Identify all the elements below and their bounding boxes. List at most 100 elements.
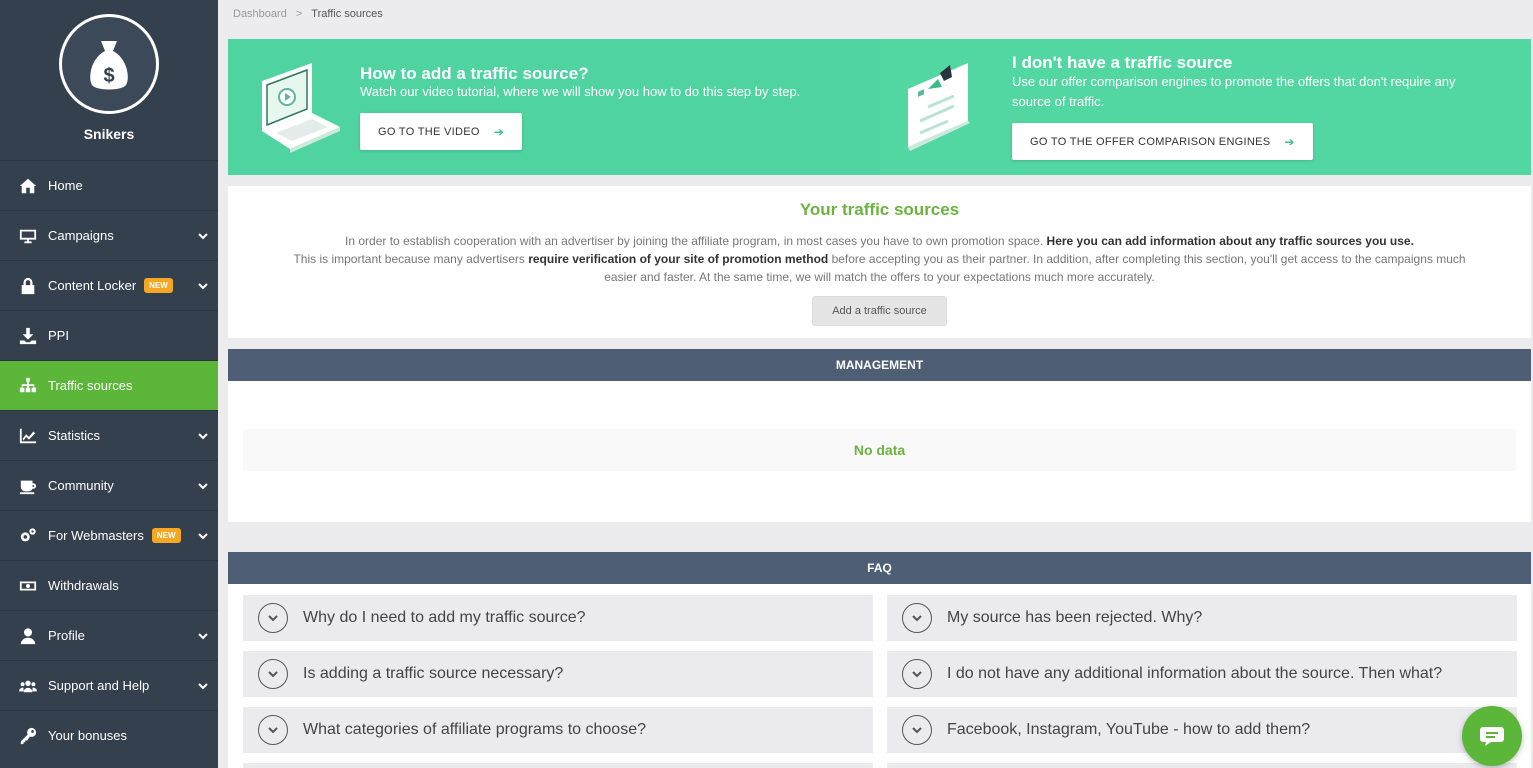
info-banner: How to add a traffic source? Watch our v… [228, 39, 1531, 175]
faq-header: FAQ [228, 552, 1531, 584]
faq-item[interactable] [887, 763, 1517, 768]
sidebar-item-content-locker[interactable]: Content Locker NEW [0, 260, 218, 310]
add-traffic-source-button[interactable]: Add a traffic source [812, 296, 947, 326]
sidebar-item-traffic-sources[interactable]: Traffic sources [0, 360, 218, 410]
users-icon [18, 676, 38, 696]
sidebar-item-label: Profile [48, 628, 85, 643]
coffee-icon [18, 476, 38, 496]
faq-question: Is adding a traffic source necessary? [303, 665, 564, 682]
management-card: MANAGEMENT No data [228, 349, 1531, 522]
new-badge: NEW [144, 278, 173, 293]
faq-item[interactable]: What categories of affiliate programs to… [243, 707, 873, 753]
sidebar-item-for-webmasters[interactable]: For Webmasters NEW [0, 510, 218, 560]
chevron-down-icon [198, 529, 208, 540]
chat-button[interactable] [1462, 706, 1522, 766]
chevron-down-icon [198, 479, 208, 490]
faq-question: What categories of affiliate programs to… [303, 721, 646, 738]
chevron-down-icon [198, 679, 208, 690]
new-badge: NEW [151, 528, 181, 543]
sidebar-item-bonuses[interactable]: Your bonuses [0, 710, 218, 760]
chart-icon [18, 426, 38, 446]
faq-item[interactable]: My source has been rejected. Why? [887, 595, 1517, 641]
offer-banner-description-2: source of traffic. [1012, 94, 1105, 109]
faq-item[interactable]: Is adding a traffic source necessary? [243, 651, 873, 697]
sidebar-item-withdrawals[interactable]: Withdrawals [0, 560, 218, 610]
chevron-down-icon[interactable] [902, 659, 932, 689]
chevron-down-icon[interactable] [258, 659, 288, 689]
user-area: $ Snikers [0, 0, 218, 160]
sidebar-item-label: Traffic sources [48, 378, 133, 393]
offer-banner-title: I don't have a traffic source [1012, 53, 1233, 72]
desc-line2-text: This is important because many advertise… [293, 252, 529, 266]
sidebar-item-label: Support and Help [48, 678, 150, 693]
sidebar-item-support[interactable]: Support and Help [0, 660, 218, 710]
faq-question: Facebook, Instagram, YouTube - how to ad… [947, 721, 1311, 738]
chevron-down-icon [198, 429, 208, 440]
breadcrumb-current: Traffic sources [311, 8, 383, 20]
sidebar-item-label: Content Locker [48, 278, 137, 293]
sidebar-item-label: Statistics [48, 428, 101, 443]
sidebar-item-label: For Webmasters [48, 528, 144, 543]
go-to-video-label: GO TO THE VIDEO [378, 125, 480, 138]
go-to-offer-engines-label: GO TO THE OFFER COMPARISON ENGINES [1030, 135, 1271, 148]
sitemap-icon [18, 376, 38, 396]
no-data-message: No data [243, 429, 1516, 471]
chevron-down-icon[interactable] [902, 603, 932, 633]
management-header: MANAGEMENT [228, 349, 1531, 381]
go-to-offer-engines-button[interactable]: GO TO THE OFFER COMPARISON ENGINES ➔ [1012, 123, 1313, 160]
home-icon [18, 176, 38, 196]
sidebar-item-ppi[interactable]: PPI [0, 310, 218, 360]
chevron-down-icon [198, 229, 208, 240]
chevron-down-icon[interactable] [258, 715, 288, 745]
sidebar-item-statistics[interactable]: Statistics [0, 410, 218, 460]
traffic-sources-card: Your traffic sources In order to establi… [228, 186, 1531, 338]
laptop-video-illustration [262, 63, 340, 153]
username: Snikers [83, 126, 135, 142]
faq-item[interactable] [243, 763, 873, 768]
desc-line3-text: easier and faster. At the same time, we … [604, 270, 1155, 284]
sidebar-item-label: PPI [48, 328, 69, 343]
faq-item[interactable]: Facebook, Instagram, YouTube - how to ad… [887, 707, 1517, 753]
desc-line1-text: In order to establish cooperation with a… [345, 234, 1047, 248]
video-banner-title: How to add a traffic source? [360, 64, 589, 83]
breadcrumb-dashboard-link[interactable]: Dashboard [233, 8, 287, 20]
download-icon [18, 326, 38, 346]
arrow-right-icon: ➔ [493, 124, 505, 139]
breadcrumb-separator: > [295, 8, 303, 20]
faq-question: Why do I need to add my traffic source? [303, 609, 586, 626]
desc-line2-rest: before accepting you as their partner. I… [828, 252, 1466, 266]
desc-line1-bold: Here you can add information about any t… [1046, 234, 1414, 248]
chevron-down-icon[interactable] [258, 603, 288, 633]
video-tutorial-panel: How to add a traffic source? Watch our v… [228, 39, 880, 175]
traffic-sources-title: Your traffic sources [799, 200, 960, 219]
sidebar-item-label: Home [48, 178, 83, 193]
video-banner-description: Watch our video tutorial, where we will … [360, 84, 801, 99]
avatar[interactable]: $ [59, 14, 159, 114]
sidebar-item-community[interactable]: Community [0, 460, 218, 510]
svg-text:$: $ [103, 65, 114, 87]
sidebar-item-campaigns[interactable]: Campaigns [0, 210, 218, 260]
document-illustration [908, 63, 970, 151]
offer-engines-panel: I don't have a traffic source Use our of… [880, 39, 1531, 175]
breadcrumb: Dashboard > Traffic sources [218, 0, 1533, 28]
desc-line2-bold: require verification of your site of pro… [528, 252, 829, 266]
traffic-sources-description: In order to establish cooperation with a… [228, 232, 1531, 286]
chevron-down-icon [198, 279, 208, 290]
chevron-down-icon[interactable] [902, 715, 932, 745]
sidebar-item-label: Your bonuses [48, 728, 128, 743]
main-content: Dashboard > Traffic sources How to add a… [218, 0, 1533, 768]
sidebar-item-home[interactable]: Home [0, 160, 218, 210]
money-icon [18, 576, 38, 596]
money-bag-icon: $ [90, 41, 128, 90]
gears-icon [18, 526, 38, 546]
lock-icon [18, 276, 38, 296]
faq-item[interactable]: Why do I need to add my traffic source? [243, 595, 873, 641]
sidebar-item-label: Community [48, 478, 114, 493]
sidebar-item-label: Campaigns [48, 228, 114, 243]
sidebar-item-profile[interactable]: Profile [0, 610, 218, 660]
faq-card: FAQ Why do I need to add my traffic sour… [228, 552, 1531, 768]
go-to-video-button[interactable]: GO TO THE VIDEO ➔ [360, 113, 523, 150]
arrow-right-icon: ➔ [1284, 134, 1295, 149]
faq-item[interactable]: I do not have any additional information… [887, 651, 1517, 697]
sidebar: $ Snikers Home Campaigns Content Locker … [0, 0, 218, 768]
